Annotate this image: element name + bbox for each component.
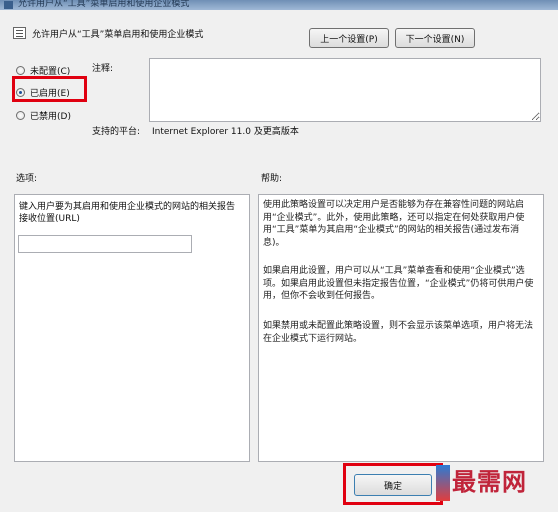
supported-platform-value: Internet Explorer 11.0 及更高版本 xyxy=(152,127,299,137)
ok-highlight-box xyxy=(343,463,443,505)
previous-setting-button[interactable]: 上一个设置(P) xyxy=(309,28,389,48)
policy-icon xyxy=(13,27,26,39)
options-label: 选项: xyxy=(16,174,38,184)
help-paragraph: 使用此策略设置可以决定用户是否能够为存在兼容性问题的网站启用“企业模式”。此外，… xyxy=(263,200,525,248)
watermark-text: 最需网 xyxy=(452,467,527,496)
watermark-logo-icon xyxy=(436,465,450,501)
options-panel: 键入用户要为其启用和使用企业模式的网站的相关报告接收位置(URL) xyxy=(14,194,250,462)
help-panel[interactable]: 使用此策略设置可以决定用户是否能够为存在兼容性问题的网站启用“企业模式”。此外，… xyxy=(258,194,544,462)
radio-label: 已禁用(D) xyxy=(30,112,71,122)
help-paragraph: 如果启用此设置，用户可以从“工具”菜单查看和使用“企业模式”选项。如果启用此设置… xyxy=(263,266,534,301)
next-setting-button[interactable]: 下一个设置(N) xyxy=(395,28,475,48)
window-icon xyxy=(4,1,13,9)
radio-disabled[interactable]: 已禁用(D) xyxy=(16,109,71,122)
comment-label: 注释: xyxy=(92,64,114,74)
radio-button-icon[interactable] xyxy=(16,111,25,120)
report-url-description: 键入用户要为其启用和使用企业模式的网站的相关报告接收位置(URL) xyxy=(19,202,236,224)
report-url-input[interactable] xyxy=(18,235,192,253)
supported-platform-label: 支持的平台: xyxy=(92,127,141,137)
help-paragraph: 如果禁用或未配置此策略设置，则不会显示该菜单选项，用户将无法在企业模式下运行网站… xyxy=(263,321,534,344)
comment-textarea[interactable] xyxy=(149,58,541,122)
enabled-highlight-box xyxy=(12,76,87,102)
policy-name: 允许用户从“工具”菜单启用和使用企业模式 xyxy=(32,30,204,40)
radio-button-icon[interactable] xyxy=(16,66,25,75)
window-title: 允许用户从“工具”菜单启用和使用企业模式 xyxy=(18,0,190,9)
window-titlebar: 允许用户从“工具”菜单启用和使用企业模式 xyxy=(0,0,558,10)
help-label: 帮助: xyxy=(261,174,283,184)
